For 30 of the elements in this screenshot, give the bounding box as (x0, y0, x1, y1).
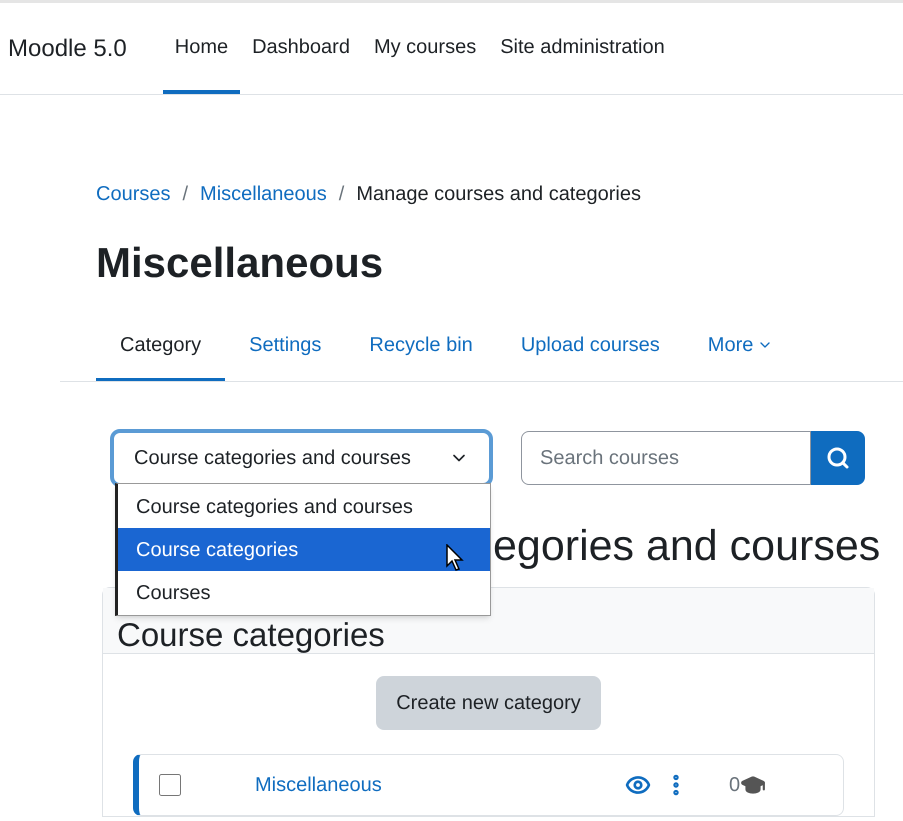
tab[interactable]: Settings (225, 312, 346, 381)
create-category-button[interactable]: Create new category (376, 676, 601, 730)
course-count: 0 (729, 773, 740, 798)
dropdown-option[interactable]: Courses (118, 571, 490, 614)
page-title: Miscellaneous (95, 238, 384, 288)
tab[interactable]: Recycle bin (345, 312, 497, 381)
dropdown-option[interactable]: Course categories and courses (118, 485, 490, 528)
breadcrumb-separator: / (182, 182, 188, 207)
card-title: Course categories (117, 618, 385, 653)
nav-link[interactable]: Home (162, 3, 240, 94)
nav-link[interactable]: Dashboard (240, 3, 362, 94)
breadcrumb-separator: / (338, 182, 344, 207)
cursor-icon (446, 544, 464, 572)
section-heading: egories and courses (493, 521, 880, 571)
breadcrumb-link[interactable]: Miscellaneous (200, 179, 327, 209)
category-checkbox[interactable] (159, 774, 181, 796)
nav-link[interactable]: My courses (362, 3, 488, 94)
category-link[interactable]: Miscellaneous (255, 770, 625, 800)
tab[interactable]: Category (96, 312, 226, 381)
nav-link[interactable]: Site administration (488, 3, 677, 94)
view-select[interactable]: Course categories and courses (110, 429, 493, 487)
current-page-label: Manage courses and categories (356, 182, 641, 207)
tab[interactable]: More (684, 312, 798, 381)
tab[interactable]: Upload courses (496, 312, 684, 381)
breadcrumb-link[interactable]: Courses (96, 179, 170, 209)
site-brand[interactable]: Moodle 5.0 (8, 30, 127, 66)
search-field[interactable]: Search courses (521, 431, 811, 485)
search-icon (826, 446, 850, 470)
search-button[interactable] (811, 431, 865, 485)
dropdown-option[interactable]: Course categories (118, 528, 490, 571)
